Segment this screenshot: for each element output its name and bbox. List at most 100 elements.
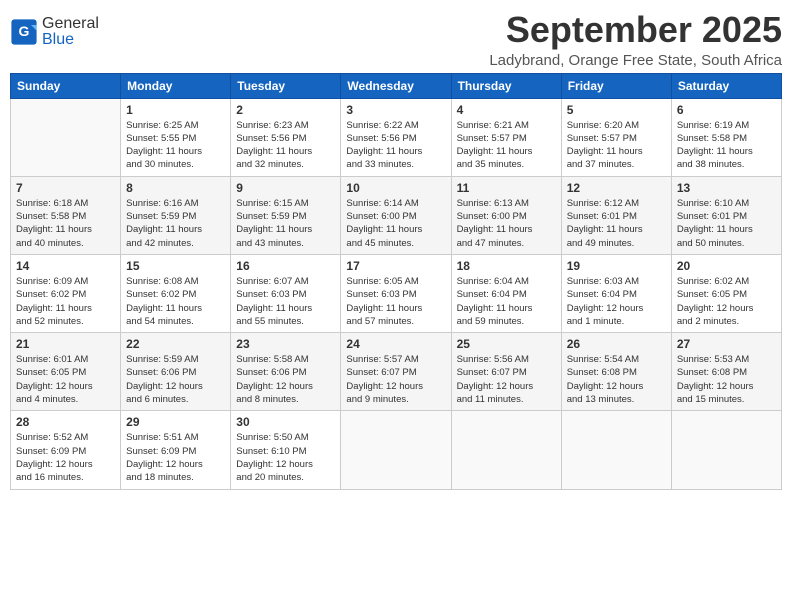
calendar-week-3: 21 Sunrise: 6:01 AM Sunset: 6:05 PM Dayli… <box>11 333 782 411</box>
calendar-body: 1 Sunrise: 6:25 AM Sunset: 5:55 PM Daylig… <box>11 98 782 489</box>
day-info: Sunrise: 6:02 AM Sunset: 6:05 PM Dayligh… <box>677 275 776 328</box>
day-number: 18 <box>457 259 556 273</box>
day-number: 20 <box>677 259 776 273</box>
calendar-cell <box>671 411 781 489</box>
calendar-cell: 1 Sunrise: 6:25 AM Sunset: 5:55 PM Daylig… <box>121 98 231 176</box>
day-number: 16 <box>236 259 335 273</box>
day-number: 19 <box>567 259 666 273</box>
day-info: Sunrise: 6:05 AM Sunset: 6:03 PM Dayligh… <box>346 275 445 328</box>
day-number: 15 <box>126 259 225 273</box>
calendar-cell: 13Sunrise: 6:10 AM Sunset: 6:01 PM Dayli… <box>671 176 781 254</box>
day-number: 23 <box>236 337 335 351</box>
day-info: Sunrise: 6:03 AM Sunset: 6:04 PM Dayligh… <box>567 275 666 328</box>
day-info: Sunrise: 5:52 AM Sunset: 6:09 PM Dayligh… <box>16 431 115 484</box>
day-info: Sunrise: 6:18 AM Sunset: 5:58 PM Dayligh… <box>16 197 115 250</box>
logo: G General Blue <box>10 16 99 48</box>
day-info: Sunrise: 5:50 AM Sunset: 6:10 PM Dayligh… <box>236 431 335 484</box>
calendar-cell: 16Sunrise: 6:07 AM Sunset: 6:03 PM Dayli… <box>231 254 341 332</box>
svg-text:G: G <box>19 23 30 39</box>
calendar-cell: 25 Sunrise: 5:56 AM Sunset: 6:07 PM Dayli… <box>451 333 561 411</box>
day-number: 27 <box>677 337 776 351</box>
weekday-tuesday: Tuesday <box>231 73 341 98</box>
day-number: 10 <box>346 181 445 195</box>
location-title: Ladybrand, Orange Free State, South Afri… <box>489 52 782 69</box>
calendar-cell: 30 Sunrise: 5:50 AM Sunset: 6:10 PM Dayli… <box>231 411 341 489</box>
day-info: Sunrise: 6:01 AM Sunset: 6:05 PM Dayligh… <box>16 353 115 406</box>
calendar-cell: 21 Sunrise: 6:01 AM Sunset: 6:05 PM Dayli… <box>11 333 121 411</box>
day-number: 9 <box>236 181 335 195</box>
day-info: Sunrise: 6:21 AM Sunset: 5:57 PM Dayligh… <box>457 119 556 172</box>
calendar-cell <box>451 411 561 489</box>
calendar-cell: 6 Sunrise: 6:19 AM Sunset: 5:58 PM Daylig… <box>671 98 781 176</box>
day-number: 2 <box>236 103 335 117</box>
calendar-cell: 4 Sunrise: 6:21 AM Sunset: 5:57 PM Daylig… <box>451 98 561 176</box>
calendar-cell: 2 Sunrise: 6:23 AM Sunset: 5:56 PM Daylig… <box>231 98 341 176</box>
calendar-cell: 10 Sunrise: 6:14 AM Sunset: 6:00 PM Dayli… <box>341 176 451 254</box>
day-number: 26 <box>567 337 666 351</box>
day-info: Sunrise: 6:25 AM Sunset: 5:55 PM Dayligh… <box>126 119 225 172</box>
day-number: 28 <box>16 415 115 429</box>
calendar-cell: 11Sunrise: 6:13 AM Sunset: 6:00 PM Dayli… <box>451 176 561 254</box>
day-number: 3 <box>346 103 445 117</box>
weekday-header-row: SundayMondayTuesdayWednesdayThursdayFrid… <box>11 73 782 98</box>
calendar-cell: 23 Sunrise: 5:58 AM Sunset: 6:06 PM Dayli… <box>231 333 341 411</box>
calendar-cell: 27 Sunrise: 5:53 AM Sunset: 6:08 PM Dayli… <box>671 333 781 411</box>
day-number: 29 <box>126 415 225 429</box>
calendar-week-2: 14 Sunrise: 6:09 AM Sunset: 6:02 PM Dayli… <box>11 254 782 332</box>
day-number: 25 <box>457 337 556 351</box>
calendar-cell: 8 Sunrise: 6:16 AM Sunset: 5:59 PM Daylig… <box>121 176 231 254</box>
calendar-cell: 12Sunrise: 6:12 AM Sunset: 6:01 PM Dayli… <box>561 176 671 254</box>
day-info: Sunrise: 6:12 AM Sunset: 6:01 PM Dayligh… <box>567 197 666 250</box>
title-block: September 2025 Ladybrand, Orange Free St… <box>489 10 782 69</box>
day-info: Sunrise: 6:23 AM Sunset: 5:56 PM Dayligh… <box>236 119 335 172</box>
day-info: Sunrise: 5:57 AM Sunset: 6:07 PM Dayligh… <box>346 353 445 406</box>
day-number: 11 <box>457 181 556 195</box>
day-info: Sunrise: 6:08 AM Sunset: 6:02 PM Dayligh… <box>126 275 225 328</box>
day-number: 13 <box>677 181 776 195</box>
day-info: Sunrise: 5:58 AM Sunset: 6:06 PM Dayligh… <box>236 353 335 406</box>
calendar-cell: 7 Sunrise: 6:18 AM Sunset: 5:58 PM Daylig… <box>11 176 121 254</box>
day-number: 4 <box>457 103 556 117</box>
day-number: 22 <box>126 337 225 351</box>
weekday-wednesday: Wednesday <box>341 73 451 98</box>
calendar-week-1: 7 Sunrise: 6:18 AM Sunset: 5:58 PM Daylig… <box>11 176 782 254</box>
calendar-cell <box>11 98 121 176</box>
calendar-cell: 18 Sunrise: 6:04 AM Sunset: 6:04 PM Dayli… <box>451 254 561 332</box>
month-title: September 2025 <box>489 10 782 50</box>
calendar-cell: 28 Sunrise: 5:52 AM Sunset: 6:09 PM Dayli… <box>11 411 121 489</box>
day-info: Sunrise: 6:04 AM Sunset: 6:04 PM Dayligh… <box>457 275 556 328</box>
day-number: 8 <box>126 181 225 195</box>
day-info: Sunrise: 5:53 AM Sunset: 6:08 PM Dayligh… <box>677 353 776 406</box>
day-number: 17 <box>346 259 445 273</box>
day-info: Sunrise: 6:15 AM Sunset: 5:59 PM Dayligh… <box>236 197 335 250</box>
day-number: 14 <box>16 259 115 273</box>
calendar-cell: 22 Sunrise: 5:59 AM Sunset: 6:06 PM Dayli… <box>121 333 231 411</box>
weekday-monday: Monday <box>121 73 231 98</box>
calendar-cell: 20 Sunrise: 6:02 AM Sunset: 6:05 PM Dayli… <box>671 254 781 332</box>
calendar-week-0: 1 Sunrise: 6:25 AM Sunset: 5:55 PM Daylig… <box>11 98 782 176</box>
calendar-cell: 5 Sunrise: 6:20 AM Sunset: 5:57 PM Daylig… <box>561 98 671 176</box>
calendar-cell: 29 Sunrise: 5:51 AM Sunset: 6:09 PM Dayli… <box>121 411 231 489</box>
day-info: Sunrise: 5:56 AM Sunset: 6:07 PM Dayligh… <box>457 353 556 406</box>
weekday-sunday: Sunday <box>11 73 121 98</box>
calendar-cell: 24Sunrise: 5:57 AM Sunset: 6:07 PM Dayli… <box>341 333 451 411</box>
day-number: 7 <box>16 181 115 195</box>
logo-general-text: General <box>42 15 99 32</box>
calendar-cell: 17 Sunrise: 6:05 AM Sunset: 6:03 PM Dayli… <box>341 254 451 332</box>
day-info: Sunrise: 5:51 AM Sunset: 6:09 PM Dayligh… <box>126 431 225 484</box>
day-info: Sunrise: 6:14 AM Sunset: 6:00 PM Dayligh… <box>346 197 445 250</box>
day-info: Sunrise: 6:09 AM Sunset: 6:02 PM Dayligh… <box>16 275 115 328</box>
day-info: Sunrise: 6:16 AM Sunset: 5:59 PM Dayligh… <box>126 197 225 250</box>
calendar-cell: 14 Sunrise: 6:09 AM Sunset: 6:02 PM Dayli… <box>11 254 121 332</box>
day-number: 30 <box>236 415 335 429</box>
day-number: 1 <box>126 103 225 117</box>
day-number: 21 <box>16 337 115 351</box>
day-number: 6 <box>677 103 776 117</box>
day-number: 5 <box>567 103 666 117</box>
logo-blue-text: Blue <box>42 31 74 48</box>
weekday-saturday: Saturday <box>671 73 781 98</box>
calendar-cell <box>561 411 671 489</box>
day-info: Sunrise: 6:20 AM Sunset: 5:57 PM Dayligh… <box>567 119 666 172</box>
day-info: Sunrise: 6:19 AM Sunset: 5:58 PM Dayligh… <box>677 119 776 172</box>
day-info: Sunrise: 5:59 AM Sunset: 6:06 PM Dayligh… <box>126 353 225 406</box>
